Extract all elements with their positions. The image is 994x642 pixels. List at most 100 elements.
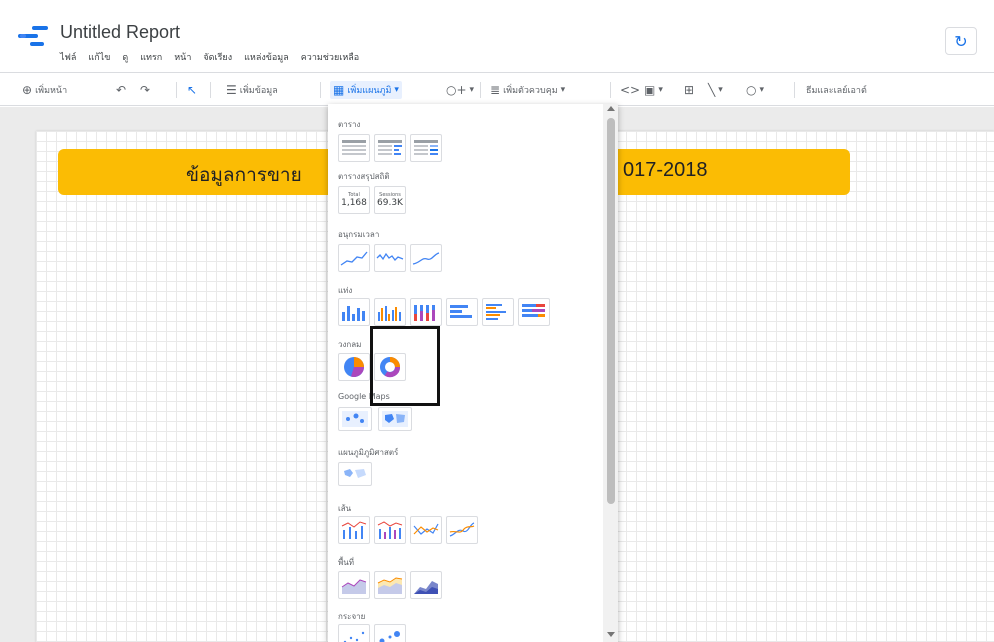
table-bars-chart-option[interactable] — [374, 134, 406, 162]
menu-edit[interactable]: แก้ไข — [88, 50, 110, 64]
smoothed-timeseries-option[interactable] — [410, 244, 442, 272]
menu-resource[interactable]: แหล่งข้อมูล — [244, 50, 289, 64]
add-data-label: เพิ่มข้อมูล — [239, 86, 278, 96]
add-control-label: เพิ่มตัวควบคุม — [503, 86, 558, 96]
bar-chart-icon — [450, 305, 472, 318]
add-data-button[interactable]: ☰ เพิ่มข้อมูล — [226, 81, 278, 99]
cursor-icon: ↖ — [187, 83, 198, 97]
menu-file[interactable]: ไฟล์ — [60, 50, 76, 64]
section-label-timeseries: อนุกรมเวลา — [338, 230, 380, 239]
area-chart-icon — [341, 579, 367, 594]
timeseries-icon — [340, 251, 368, 266]
image-button[interactable]: ▣ ▾ — [644, 81, 663, 99]
filled-map-icon — [382, 411, 408, 427]
line-chart-option[interactable] — [410, 516, 442, 544]
filled-map-option[interactable] — [378, 407, 412, 431]
data-studio-logo-icon — [18, 26, 50, 52]
refresh-button[interactable]: ↻ — [945, 27, 977, 55]
grouped-column-chart-option[interactable] — [374, 298, 406, 326]
scorecard-option[interactable]: Total 1,168 — [338, 186, 370, 214]
scatter-chart-icon — [343, 631, 365, 642]
line-icon: ╲ — [708, 83, 716, 97]
header: Untitled Report ไฟล์ แก้ไข ดู แทรก หน้า … — [0, 0, 994, 72]
donut-chart-icon — [380, 357, 400, 378]
table-icon — [342, 140, 366, 155]
smooth-line-icon — [412, 252, 440, 265]
chevron-down-icon: ▾ — [718, 85, 723, 95]
section-label-geo: แผนภูมิภูมิศาสตร์ — [338, 448, 399, 457]
section-label-pie: วงกลม — [338, 340, 362, 349]
grouped-bar-icon — [486, 304, 506, 320]
theme-layout-label: ธีมและเลย์เอาต์ — [806, 86, 867, 96]
menu-arrange[interactable]: จัดเรียง — [203, 50, 232, 64]
text-button[interactable]: ⊞ — [684, 81, 694, 99]
geo-chart-option[interactable] — [338, 462, 372, 486]
area-chart-option[interactable] — [338, 571, 370, 599]
add-page-label: เพิ่มหน้า — [35, 86, 68, 96]
shape-icon: ○ — [746, 83, 757, 97]
menu-page[interactable]: หน้า — [174, 50, 191, 64]
menu-view[interactable]: ดู — [122, 50, 128, 64]
image-icon: ▣ — [644, 83, 656, 97]
bubble-chart-option[interactable] — [374, 624, 406, 642]
stacked-combo-icon — [377, 521, 403, 539]
refresh-icon: ↻ — [954, 31, 968, 51]
scorecard-compact-option[interactable]: Sessions 69.3K — [374, 186, 406, 214]
section-label-line: เส้น — [338, 504, 352, 513]
stacked-column-icon — [414, 305, 435, 321]
table-heatmap-chart-option[interactable] — [410, 134, 442, 162]
table-heatmap-icon — [414, 140, 438, 155]
menu-bar: ไฟล์ แก้ไข ดู แทรก หน้า จัดเรียง แหล่งข้… — [60, 50, 359, 64]
sparkline-chart-option[interactable] — [374, 244, 406, 272]
report-title[interactable]: Untitled Report — [60, 22, 180, 43]
embed-button[interactable]: <> — [620, 81, 640, 99]
add-chart-icon: ▦ — [333, 83, 345, 97]
select-tool-button[interactable]: ↖ — [187, 81, 197, 99]
chart-type-menu: ตาราง ตารางสรุปสถิติ Total 1,168 Session… — [328, 104, 618, 642]
undo-icon: ↶ — [116, 83, 127, 97]
community-viz-icon: ○+ — [446, 83, 467, 97]
redo-button[interactable]: ↷ — [140, 81, 150, 99]
chevron-down-icon: ▾ — [560, 85, 566, 95]
smoothed-line-chart-option[interactable] — [446, 516, 478, 544]
scatter-chart-option[interactable] — [338, 624, 370, 642]
combo-chart-option[interactable] — [338, 516, 370, 544]
scroll-up-arrow-icon[interactable] — [607, 106, 615, 111]
line-button[interactable]: ╲ ▾ — [708, 81, 723, 99]
table-chart-option[interactable] — [338, 134, 370, 162]
theme-layout-button[interactable]: ธีมและเลย์เอาต์ — [806, 81, 867, 99]
section-label-area: พื้นที่ — [338, 558, 355, 567]
undo-button[interactable]: ↶ — [116, 81, 126, 99]
stacked-column-chart-option[interactable] — [410, 298, 442, 326]
stacked-combo-chart-option[interactable] — [374, 516, 406, 544]
menu-scrollbar[interactable] — [603, 104, 618, 642]
scrollbar-thumb[interactable] — [607, 118, 615, 504]
redo-icon: ↷ — [140, 83, 151, 97]
section-label-bar: แท่ง — [338, 286, 353, 295]
percent-area-chart-option[interactable] — [410, 571, 442, 599]
sparkline-icon — [376, 252, 404, 261]
add-chart-label: เพิ่มแผนภูมิ — [347, 86, 392, 96]
filter-icon: ≣ — [490, 83, 501, 97]
section-label-scorecard: ตารางสรุปสถิติ — [338, 172, 390, 181]
grouped-bar-chart-option[interactable] — [482, 298, 514, 326]
chevron-down-icon: ▾ — [759, 85, 765, 95]
bubble-map-option[interactable] — [338, 407, 372, 431]
add-page-button[interactable]: ⊕ เพิ่มหน้า — [22, 81, 67, 99]
timeseries-chart-option[interactable] — [338, 244, 370, 272]
section-label-table: ตาราง — [338, 120, 361, 129]
pie-chart-option[interactable] — [338, 353, 370, 381]
bar-chart-option[interactable] — [446, 298, 478, 326]
donut-chart-option[interactable] — [374, 353, 406, 381]
menu-help[interactable]: ความช่วยเหลือ — [301, 50, 359, 64]
community-viz-button[interactable]: ○+ ▾ — [446, 81, 474, 99]
banner-title-thai: ข้อมูลการขาย — [186, 164, 302, 186]
menu-insert[interactable]: แทรก — [140, 50, 162, 64]
add-chart-button[interactable]: ▦ เพิ่มแผนภูมิ ▾ — [330, 81, 402, 99]
shape-button[interactable]: ○ ▾ — [746, 81, 764, 99]
stacked-bar-chart-option[interactable] — [518, 298, 550, 326]
column-chart-option[interactable] — [338, 298, 370, 326]
stacked-area-chart-option[interactable] — [374, 571, 406, 599]
add-control-button[interactable]: ≣ เพิ่มตัวควบคุม ▾ — [490, 81, 565, 99]
scroll-down-arrow-icon[interactable] — [607, 632, 615, 637]
